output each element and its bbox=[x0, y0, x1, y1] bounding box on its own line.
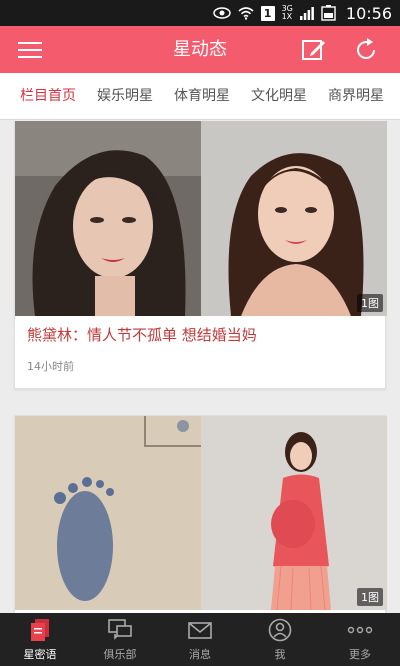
chat-bubbles-icon bbox=[107, 617, 133, 643]
card-timestamp: 14小时前 bbox=[27, 360, 74, 373]
photo-right: 1图 bbox=[201, 416, 387, 610]
card-title[interactable]: 熊黛林：情人节不孤单 想结婚当妈 bbox=[27, 324, 257, 345]
tab-culture-stars[interactable]: 文化明星 bbox=[251, 73, 307, 119]
more-dots-icon bbox=[347, 617, 373, 643]
nav-label: 更多 bbox=[349, 648, 371, 661]
bottom-navigation: 星密语 俱乐部 消息 我 更多 bbox=[0, 613, 400, 666]
signal-icon bbox=[299, 6, 314, 20]
wifi-icon bbox=[238, 6, 254, 20]
news-card[interactable]: 1图 bbox=[14, 415, 387, 613]
refresh-icon[interactable] bbox=[352, 36, 380, 64]
page-title: 星动态 bbox=[173, 39, 227, 60]
sim-badge: 1 bbox=[260, 5, 275, 21]
photo-left bbox=[15, 121, 201, 316]
nav-label: 俱乐部 bbox=[103, 648, 137, 661]
nav-item-club[interactable]: 俱乐部 bbox=[80, 613, 160, 666]
news-card[interactable]: 1图 熊黛林：情人节不孤单 想结婚当妈 14小时前 bbox=[14, 121, 387, 389]
tab-sports-stars[interactable]: 体育明星 bbox=[174, 73, 230, 119]
edit-icon[interactable] bbox=[300, 36, 328, 64]
photo-left bbox=[15, 416, 201, 610]
nav-label: 星密语 bbox=[23, 648, 57, 661]
status-time: 10:56 bbox=[345, 3, 392, 23]
photo-count-badge: 1图 bbox=[357, 588, 383, 606]
card-photos: 1图 bbox=[15, 416, 387, 610]
photo-right: 1图 bbox=[201, 121, 387, 316]
app-header: 星动态 bbox=[0, 26, 400, 73]
news-feed[interactable]: 1图 熊黛林：情人节不孤单 想结婚当妈 14小时前 1图 bbox=[0, 121, 400, 613]
person-icon bbox=[268, 617, 292, 643]
card-photos: 1图 bbox=[15, 121, 387, 316]
battery-icon bbox=[321, 5, 337, 21]
nav-item-more[interactable]: 更多 bbox=[320, 613, 400, 666]
document-icon bbox=[29, 617, 51, 643]
network-type: 3G 1X bbox=[282, 5, 293, 21]
photo-count-badge: 1图 bbox=[357, 294, 383, 312]
category-tab-bar: 栏目首页 娱乐明星 体育明星 文化明星 商界明星 bbox=[0, 73, 400, 120]
tab-entertainment-stars[interactable]: 娱乐明星 bbox=[97, 73, 153, 119]
network-bottom-label: 1X bbox=[281, 12, 293, 21]
eye-icon bbox=[212, 7, 231, 19]
tab-business-stars[interactable]: 商界明星 bbox=[328, 73, 384, 119]
nav-item-star-secrets[interactable]: 星密语 bbox=[0, 613, 80, 666]
nav-label: 消息 bbox=[189, 648, 211, 661]
nav-item-me[interactable]: 我 bbox=[240, 613, 320, 666]
nav-item-messages[interactable]: 消息 bbox=[160, 613, 240, 666]
status-bar: 1 3G 1X 10:56 bbox=[0, 0, 400, 26]
tab-column-home[interactable]: 栏目首页 bbox=[20, 73, 76, 119]
status-icons: 1 3G 1X 10:56 bbox=[212, 0, 392, 26]
envelope-icon bbox=[187, 617, 213, 643]
nav-label: 我 bbox=[274, 648, 286, 661]
